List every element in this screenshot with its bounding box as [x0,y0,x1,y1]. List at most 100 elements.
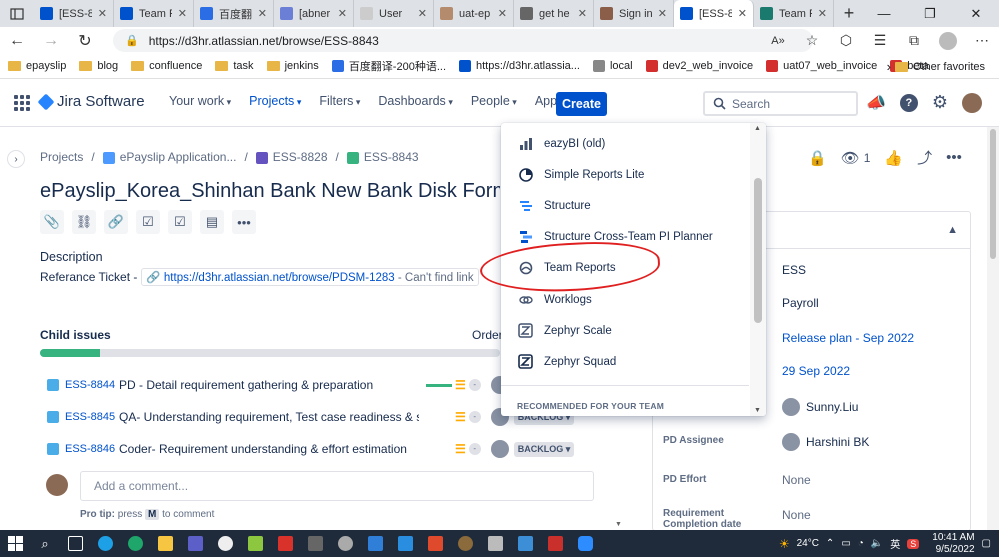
apps-menu-item[interactable]: Simple Reports Lite [501,159,749,190]
task-view-icon[interactable] [60,530,90,557]
browser-tab[interactable]: Sign in ✕ [594,0,674,27]
requirement-date-value[interactable]: None [782,508,811,522]
extensions-icon[interactable]: ⬡ [829,32,863,49]
close-tab-icon[interactable]: ✕ [658,7,667,20]
issue-summary[interactable]: Coder- Requirement understanding & effor… [119,442,419,456]
close-tab-icon[interactable]: ✕ [818,7,827,20]
screenshot-icon[interactable] [480,530,510,557]
rocket-icon[interactable] [330,530,360,557]
restore-icon[interactable]: ❐ [907,0,953,27]
browser-tab[interactable]: get he ✕ [514,0,594,27]
snipping-icon[interactable] [360,530,390,557]
sogou-icon[interactable]: S [907,538,920,549]
bookmark-item[interactable]: blog [79,60,118,72]
settings-icon[interactable] [450,530,480,557]
new-tab-button[interactable]: + [834,3,864,24]
breadcrumb-project[interactable]: ePayslip Application... [102,150,236,164]
app-switcher-icon[interactable] [14,95,30,111]
due-date-value[interactable]: 29 Sep 2022 [782,364,850,378]
module-value[interactable]: Payroll [782,296,819,310]
bookmark-item[interactable]: confluence [131,60,202,72]
edge-icon[interactable] [120,530,150,557]
issue-summary[interactable]: QA- Understanding requirement, Test case… [119,410,419,424]
close-tab-icon[interactable]: ✕ [258,7,267,20]
sidebar-expand-icon[interactable]: › [7,150,25,168]
refresh-icon[interactable]: ↻ [68,31,102,51]
network-icon[interactable]: ▭ [841,538,850,549]
favorites-icon[interactable]: ☰ [863,32,897,49]
nav-filters[interactable]: Filters ▾ [319,94,360,108]
bookmark-item[interactable]: uat07_web_invoice [766,60,877,72]
apps-menu-item[interactable]: Structure [501,190,749,221]
search-input[interactable]: Search [703,91,858,116]
form-icon[interactable]: ▤ [200,210,224,234]
calculator-icon[interactable] [300,530,330,557]
status-dropdown[interactable]: BACKLOG ▾ [513,441,575,457]
bookmark-item[interactable]: jenkins [266,60,319,72]
watchers-button[interactable]: 👁 1 [841,149,871,167]
description-body[interactable]: Referance Ticket - 🔗 https://d3hr.atlass… [40,268,479,286]
bookmark-item[interactable]: 百度翻译-200种语... [331,58,446,74]
vscode-icon[interactable] [390,530,420,557]
nav-people[interactable]: People ▾ [471,94,517,108]
clock[interactable]: 10:41 AM 9/5/2022 [932,532,974,556]
share-icon[interactable]: ⤴ [917,147,932,168]
child-issue-row[interactable]: ESS-8846 Coder- Requirement understanding… [40,434,595,464]
browser-tab[interactable]: [ESS-8 ✕ [34,0,114,27]
user-avatar[interactable] [962,92,983,113]
breadcrumb-projects[interactable]: Projects [40,150,83,164]
search-icon[interactable]: ⌕ [30,530,60,557]
notifications-icon[interactable]: 📣 [866,93,886,113]
browser-tab[interactable]: [ESS-8 ✕ [674,0,754,27]
issue-summary[interactable]: PD - Detail requirement gathering & prep… [119,378,419,392]
bookmarks-overflow-icon[interactable]: › [887,54,891,79]
nav-dashboards[interactable]: Dashboards ▾ [378,94,452,108]
tray-icon[interactable]: ◔ [858,538,864,549]
teams-icon[interactable] [180,530,210,557]
close-tab-icon[interactable]: ✕ [338,7,347,20]
more-options-icon[interactable]: ⋯ [965,32,999,49]
thumbs-up-icon[interactable]: 👍 [884,149,903,167]
pd-assignee-value[interactable]: Harshini BK [782,433,869,451]
breadcrumb-issue[interactable]: ESS-8843 [346,150,419,164]
chevron-up-icon[interactable]: ▲ [947,224,958,236]
bookmark-item[interactable]: task [215,60,254,72]
lock-icon[interactable]: 🔒 [125,34,139,47]
browser-tab[interactable]: 百度翻 ✕ [194,0,274,27]
attach-icon[interactable]: 📎 [40,210,64,234]
settings-gear-icon[interactable]: ⚙ [932,92,948,113]
close-tab-icon[interactable]: ✕ [98,7,107,20]
project-value[interactable]: ESS [782,263,806,277]
speaker-icon[interactable]: 🔈 [871,538,883,549]
pd-effort-value[interactable]: None [782,473,811,487]
link-icon[interactable]: 🔗 [104,210,128,234]
close-tab-icon[interactable]: ✕ [418,7,427,20]
other-favorites[interactable]: Other favorites [894,54,985,79]
hidden-icons-chevron-icon[interactable]: ⌃ [826,538,834,549]
jira-logo[interactable]: Jira Software [37,93,145,110]
wps-icon[interactable] [270,530,300,557]
issue-key[interactable]: ESS-8846 [65,443,119,455]
bookmark-item[interactable]: local [592,60,633,72]
close-tab-icon[interactable]: ✕ [738,7,747,20]
read-aloud-icon[interactable]: A» [761,35,795,47]
apps-menu-item[interactable]: Zephyr Squad [501,346,749,377]
dropdown-scrollbar[interactable]: ▲ ▼ [750,123,766,416]
minimize-icon[interactable]: — [861,0,907,27]
reporter-value[interactable]: Sunny.Liu [782,398,858,416]
bookmark-item[interactable]: dev2_web_invoice [645,60,753,72]
panda-icon[interactable] [210,530,240,557]
apps-menu-item[interactable]: Zephyr Scale [501,315,749,346]
apps-menu-item[interactable]: eazyBI (old) [501,128,749,159]
breadcrumb-epic[interactable]: ESS-8828 [255,150,328,164]
remote-desktop-icon[interactable] [510,530,540,557]
ime-indicator[interactable]: 英 [890,536,900,551]
issue-title[interactable]: ePayslip_Korea_Shinhan Bank New Bank Dis… [40,180,500,203]
smart-link[interactable]: 🔗 https://d3hr.atlassian.net/browse/PDSM… [141,268,479,286]
browser-tab[interactable]: [abner ✕ [274,0,354,27]
bookmark-item[interactable]: https://d3hr.atlassia... [459,60,580,72]
file-explorer-icon[interactable] [150,530,180,557]
create-button[interactable]: Create [556,92,607,116]
page-scrollbar[interactable] [987,127,999,530]
tab-actions-menu-icon[interactable] [0,0,34,27]
